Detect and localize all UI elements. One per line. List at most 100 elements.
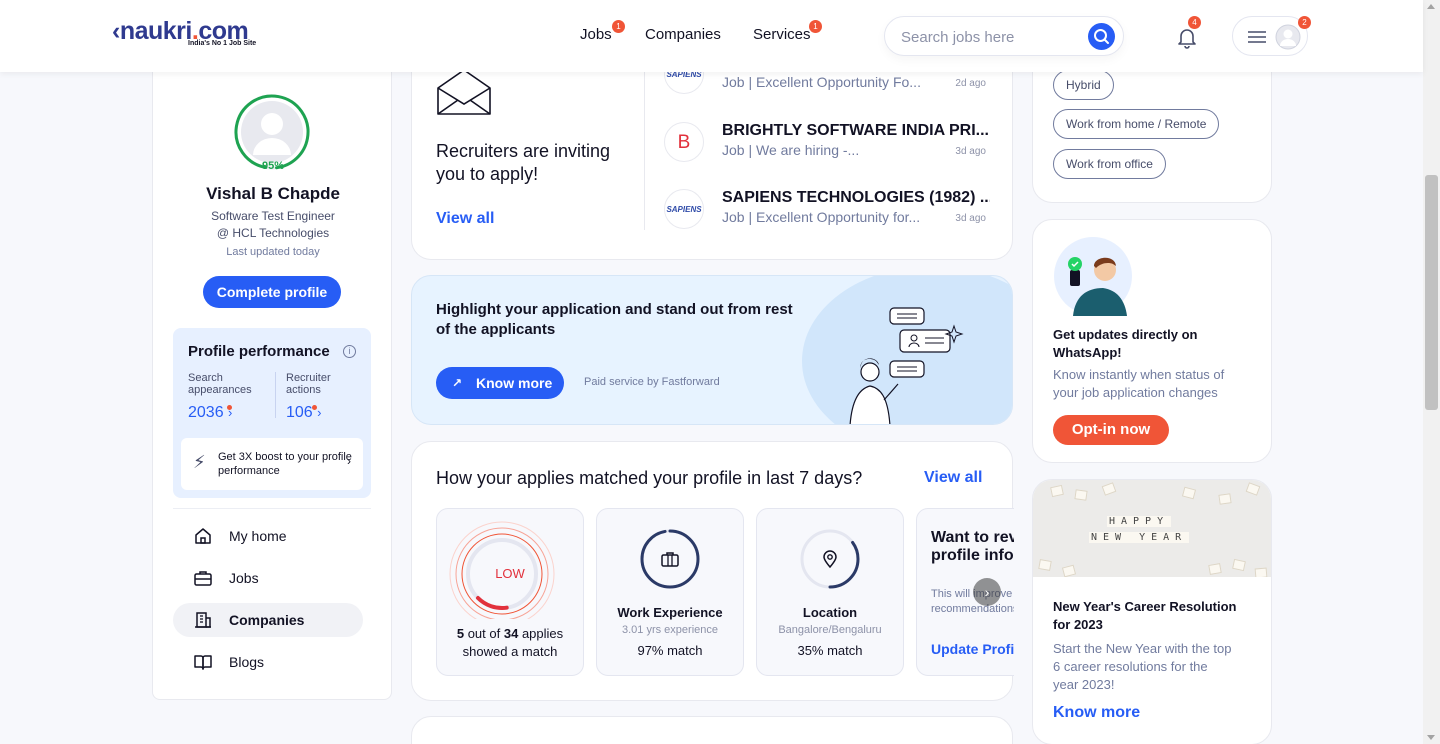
nav-services[interactable]: Services xyxy=(753,26,811,43)
search-button[interactable] xyxy=(1088,23,1115,50)
sidebar-divider xyxy=(173,508,371,509)
profile-updated-text: Last updated today xyxy=(226,246,320,258)
notification-count-badge: 4 xyxy=(1188,16,1201,29)
total-applies-text: applies xyxy=(521,626,564,641)
sidebar-item-my-home[interactable]: My home xyxy=(173,519,363,553)
know-more-button[interactable]: ↗ Know more xyxy=(436,367,564,399)
tile-match-value: 35% match xyxy=(797,643,863,658)
scattered-letter-tile xyxy=(1208,563,1222,575)
search-appearances-count: 2036 xyxy=(188,404,224,421)
profile-company: @ HCL Technologies xyxy=(216,226,330,240)
scattered-letter-tile xyxy=(1245,482,1261,496)
profile-designation: Software Test Engineer xyxy=(211,209,335,223)
chevron-right-icon: › xyxy=(347,454,351,468)
scroll-down-arrow-icon[interactable] xyxy=(1427,735,1435,740)
scattered-letter-tile xyxy=(1254,567,1268,577)
chevron-right-icon: › xyxy=(317,405,322,420)
total-applies-count: 34 xyxy=(503,626,519,641)
new-year-know-more-link[interactable]: Know more xyxy=(1053,704,1140,722)
tile-title: Location xyxy=(802,605,858,620)
location-tile[interactable]: Location Bangalore/Bengaluru 35% match xyxy=(756,508,904,676)
sidebar-item-companies[interactable]: Companies xyxy=(173,603,363,637)
boost-text: Get 3X boost to your profile performance xyxy=(218,451,352,477)
match-tiles-carousel: LOW 5 out of 34 applies showed a match W… xyxy=(436,508,1014,678)
scattered-letter-tile xyxy=(1050,484,1064,498)
scroll-up-arrow-icon[interactable] xyxy=(1427,4,1435,9)
job-description: Job | Excellent Opportunity Fo... xyxy=(722,74,921,90)
tile-subtitle: Bangalore/Bengaluru xyxy=(778,624,882,636)
whatsapp-updates-card: Get updates directly on WhatsApp! Know i… xyxy=(1032,219,1272,463)
menu-badge: 2 xyxy=(1298,16,1311,29)
logo-tagline: India's No 1 Job Site xyxy=(188,40,257,47)
sidebar-item-jobs[interactable]: Jobs xyxy=(173,561,363,595)
job-company: BRIGHTLY SOFTWARE INDIA PRI... xyxy=(722,122,989,139)
user-menu-button[interactable] xyxy=(1232,16,1308,56)
job-posted-time: 3d ago xyxy=(955,146,986,157)
preference-chip-hybrid[interactable]: Hybrid xyxy=(1053,70,1114,100)
highlight-title: Highlight your application and stand out… xyxy=(436,301,793,338)
know-more-label: Know more xyxy=(476,375,553,391)
search-icon xyxy=(1094,29,1109,44)
top-header: ‹naukri.com India's No 1 Job Site Jobs 1… xyxy=(0,0,1423,72)
paid-service-text: Paid service by Fastforward xyxy=(584,376,720,388)
matched-count: 5 xyxy=(456,626,465,641)
company-logo: B xyxy=(664,122,704,162)
recruiter-job-row[interactable]: B BRIGHTLY SOFTWARE INDIA PRI... Job | W… xyxy=(664,120,994,168)
building-icon xyxy=(195,612,211,628)
complete-profile-button[interactable]: Complete profile xyxy=(203,276,341,308)
carousel-next-button[interactable]: › xyxy=(973,578,1001,606)
nav-companies-label: Companies xyxy=(645,26,721,43)
whatsapp-subtitle: Know instantly when status of your job a… xyxy=(1053,367,1225,400)
recruiters-title: Recruiters are inviting you to apply! xyxy=(436,141,611,184)
match-low-label: LOW xyxy=(495,566,525,581)
search-input[interactable] xyxy=(901,27,1081,47)
new-year-title: New Year's Career Resolution for 2023 xyxy=(1053,599,1237,632)
profile-role: Software Test Engineer @ HCL Technologie… xyxy=(153,208,393,242)
scrollbar-thumb[interactable] xyxy=(1425,175,1438,410)
match-view-all-link[interactable]: View all xyxy=(924,469,982,487)
new-indicator-dot xyxy=(312,405,317,410)
search-appearances-value[interactable]: 2036 › xyxy=(188,404,232,422)
boost-banner[interactable]: ⚡ Get 3X boost to your profile performan… xyxy=(181,438,363,490)
match-summary-tile[interactable]: LOW 5 out of 34 applies showed a match xyxy=(436,508,584,676)
recruiters-view-all-link[interactable]: View all xyxy=(436,210,494,228)
nav-jobs[interactable]: Jobs xyxy=(580,26,612,43)
company-logo: SAPIENS xyxy=(664,189,704,229)
tile-title: Work Experience xyxy=(617,605,723,620)
image-text-happy: HAPPY xyxy=(1107,516,1172,527)
update-profile-link[interactable]: Update Profile xyxy=(931,641,1014,657)
match-caption-line-1: 5 out of 34 applies xyxy=(437,625,583,643)
scattered-letter-tile xyxy=(1218,493,1232,505)
recruiter-actions-count: 106 xyxy=(286,404,313,421)
job-company: SAPIENS TECHNOLOGIES (1982) ... xyxy=(722,189,990,206)
perf-divider xyxy=(275,372,276,418)
avatar-icon xyxy=(1275,24,1301,50)
whatsapp-title: Get updates directly on WhatsApp! xyxy=(1053,327,1198,360)
nav-companies[interactable]: Companies xyxy=(645,26,721,43)
preference-chip-office[interactable]: Work from office xyxy=(1053,149,1166,179)
page-scrollbar[interactable] xyxy=(1423,0,1440,744)
profile-performance-title: Profile performance xyxy=(188,343,330,360)
info-icon[interactable]: i xyxy=(343,345,356,358)
recruiter-job-row[interactable]: SAPIENS SAPIENS TECHNOLOGIES (1982) ... … xyxy=(664,187,994,235)
preference-chip-remote[interactable]: Work from home / Remote xyxy=(1053,109,1220,139)
match-title: How your applies matched your profile in… xyxy=(436,468,863,488)
opt-in-button[interactable]: Opt-in now xyxy=(1053,415,1169,445)
nav-services-label: Services xyxy=(753,26,811,43)
recruiters-divider xyxy=(644,60,645,230)
sidebar-item-label: My home xyxy=(229,528,287,544)
work-experience-tile[interactable]: Work Experience 3.01 yrs experience 97% … xyxy=(596,508,744,676)
recruiter-actions-label: Recruiter actions xyxy=(286,372,331,396)
matched-out-of-text: out of xyxy=(467,626,501,641)
naukri-logo[interactable]: ‹naukri.com India's No 1 Job Site xyxy=(112,18,272,50)
sidebar-item-blogs[interactable]: Blogs xyxy=(173,645,363,679)
profile-name[interactable]: Vishal B Chapde xyxy=(153,184,393,204)
new-year-image: HAPPY NEW YEAR xyxy=(1033,480,1271,577)
update-profile-title: Want to review your profile information? xyxy=(931,529,1014,564)
chevron-right-icon: › xyxy=(984,584,990,600)
scattered-letter-tile xyxy=(1074,489,1088,501)
new-year-subtitle: Start the New Year with the top 6 career… xyxy=(1053,641,1232,692)
job-description: Job | Excellent Opportunity for... xyxy=(722,209,921,225)
new-year-article-card[interactable]: HAPPY NEW YEAR New Year's Career Resolut… xyxy=(1032,479,1272,744)
scattered-letter-tile xyxy=(1232,558,1246,572)
